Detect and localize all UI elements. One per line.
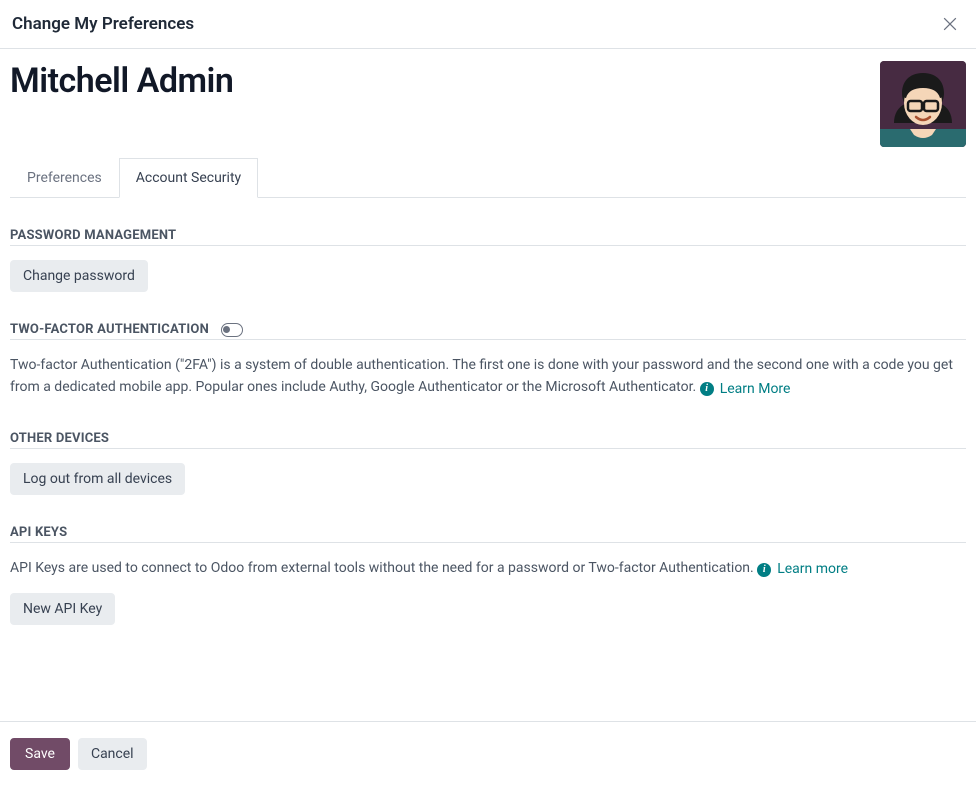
new-api-key-button[interactable]: New API Key — [10, 593, 115, 625]
section-password: PASSWORD MANAGEMENT Change password — [10, 228, 966, 292]
section-head-devices: OTHER DEVICES — [10, 431, 966, 449]
section-title: API KEYS — [10, 525, 67, 540]
tab-preferences[interactable]: Preferences — [10, 158, 119, 198]
section-head-tfa: TWO-FACTOR AUTHENTICATION — [10, 322, 966, 340]
section-title: OTHER DEVICES — [10, 431, 109, 446]
modal-header: Change My Preferences — [0, 0, 976, 49]
modal-body: Mitchell Admin Preferences Account — [0, 49, 976, 721]
logout-all-devices-button[interactable]: Log out from all devices — [10, 463, 185, 495]
tfa-learn-more-link[interactable]: i Learn More — [700, 378, 791, 400]
cancel-button[interactable]: Cancel — [78, 738, 147, 770]
close-icon[interactable] — [940, 14, 960, 34]
tabs: Preferences Account Security — [10, 157, 966, 198]
learn-more-label: Learn More — [720, 378, 791, 400]
modal-footer: Save Cancel — [0, 721, 976, 786]
modal-title: Change My Preferences — [12, 14, 194, 34]
api-learn-more-link[interactable]: i Learn more — [757, 558, 848, 580]
section-api-keys: API KEYS API Keys are used to connect to… — [10, 525, 966, 625]
info-icon: i — [757, 563, 771, 577]
section-tfa: TWO-FACTOR AUTHENTICATION Two-factor Aut… — [10, 322, 966, 401]
change-password-button[interactable]: Change password — [10, 260, 148, 292]
save-button[interactable]: Save — [10, 738, 70, 770]
learn-more-label: Learn more — [777, 558, 848, 580]
section-title: PASSWORD MANAGEMENT — [10, 228, 176, 243]
toggle-knob — [223, 326, 230, 333]
api-desc-text: API Keys are used to connect to Odoo fro… — [10, 560, 757, 576]
page-title: Mitchell Admin — [10, 61, 233, 101]
api-description: API Keys are used to connect to Odoo fro… — [10, 557, 966, 581]
section-devices: OTHER DEVICES Log out from all devices — [10, 431, 966, 495]
info-icon: i — [700, 382, 714, 396]
tfa-description: Two-factor Authentication ("2FA") is a s… — [10, 354, 966, 401]
identity-row: Mitchell Admin — [10, 61, 966, 157]
tfa-toggle[interactable] — [221, 323, 243, 337]
tab-account-security[interactable]: Account Security — [119, 158, 258, 198]
section-head-password: PASSWORD MANAGEMENT — [10, 228, 966, 246]
section-head-api: API KEYS — [10, 525, 966, 543]
tfa-desc-text: Two-factor Authentication ("2FA") is a s… — [10, 357, 953, 395]
avatar[interactable] — [880, 61, 966, 147]
section-title: TWO-FACTOR AUTHENTICATION — [10, 322, 209, 337]
